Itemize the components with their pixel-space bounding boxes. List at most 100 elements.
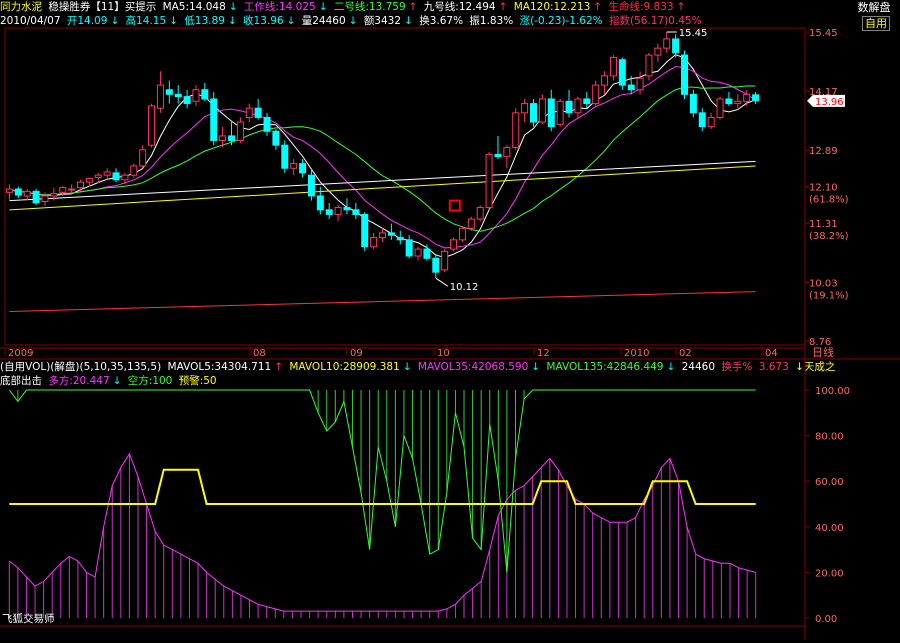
- candle-body: [716, 98, 724, 118]
- x-tick-label: 2010: [624, 348, 649, 359]
- x-tick-label: 09: [350, 348, 363, 359]
- candle-body: [663, 38, 671, 49]
- candle-body: [352, 209, 360, 215]
- y-tick-label: 10.03: [809, 278, 838, 289]
- x-tick-label: 2009: [8, 348, 33, 359]
- candle-body: [103, 171, 111, 176]
- candle-body: [219, 135, 227, 142]
- candle-body: [77, 181, 84, 189]
- candle-body: [85, 177, 93, 183]
- y-pct-label: (19.1%): [809, 290, 849, 301]
- y-tick-label: 15.45: [809, 28, 838, 39]
- candle-body: [592, 84, 600, 105]
- price-tag-label: 13.96: [815, 97, 844, 108]
- candle-body: [23, 190, 31, 197]
- ma-line: [9, 54, 756, 258]
- y-tick-label: 12.89: [809, 146, 838, 157]
- low-label: 10.12: [450, 282, 479, 293]
- candle-body: [654, 47, 662, 56]
- candle-body: [387, 232, 395, 236]
- candle-body: [112, 172, 120, 181]
- candle-body: [14, 188, 22, 196]
- sub-y-tick-label: 100.00: [815, 386, 850, 397]
- candle-body: [130, 165, 138, 176]
- candle-body: [565, 100, 573, 114]
- candle-body: [41, 195, 49, 203]
- x-tick-label: 02: [679, 348, 692, 359]
- y-pct-label: (38.2%): [809, 231, 849, 242]
- candle-body: [370, 237, 378, 248]
- candle-body: [530, 103, 537, 123]
- candle-body: [228, 135, 235, 142]
- stock-chart[interactable]: 15.4514.1712.8912.1011.3110.038.76(61.8%…: [0, 0, 900, 643]
- candle-body: [627, 84, 635, 91]
- x-tick-label: 12: [537, 348, 550, 359]
- candle-body: [414, 248, 422, 257]
- slow-ma-line: [9, 291, 756, 312]
- low-pointer: [435, 277, 449, 287]
- candle-body: [68, 188, 76, 191]
- x-tick-label: 08: [253, 348, 266, 359]
- candle-body: [325, 209, 333, 215]
- candle-body: [432, 257, 440, 273]
- candle-body: [201, 89, 209, 100]
- candle-body: [574, 98, 582, 114]
- candle-body: [458, 227, 466, 241]
- candle-body: [601, 75, 609, 86]
- candle-body: [423, 248, 431, 259]
- candle-body: [5, 188, 13, 193]
- candle-body: [485, 153, 493, 209]
- candle-body: [59, 187, 67, 193]
- candle-body: [689, 93, 697, 114]
- y-pct-label: (61.8%): [809, 195, 849, 206]
- candle-body: [583, 98, 591, 105]
- candle-body: [245, 107, 253, 118]
- candle-body: [405, 239, 413, 257]
- candle-body: [334, 207, 342, 215]
- candle-body: [32, 190, 40, 204]
- candle-body: [263, 116, 271, 132]
- candle-body: [192, 89, 200, 102]
- x-tick-label: 04: [765, 348, 778, 359]
- ma-line: [9, 85, 756, 232]
- candle-body: [494, 153, 502, 158]
- candle-body: [645, 54, 653, 77]
- candle-body: [521, 103, 529, 114]
- candle-body: [379, 232, 386, 239]
- candle-body: [636, 77, 644, 91]
- candle-body: [254, 107, 262, 118]
- candle-body: [281, 144, 289, 169]
- candle-body: [174, 93, 182, 98]
- candle-body: [725, 98, 733, 105]
- candle-body: [139, 149, 147, 167]
- candle-body: [156, 84, 164, 109]
- candle-body: [547, 98, 555, 128]
- candle-body: [50, 193, 58, 197]
- candle-body: [609, 56, 617, 77]
- candle-body: [441, 250, 449, 271]
- candle-body: [476, 207, 484, 220]
- sub-y-tick-label: 60.00: [815, 477, 844, 488]
- candle-body: [343, 207, 351, 211]
- candle-body: [618, 59, 626, 86]
- candle-body: [707, 116, 715, 128]
- brand-label: 飞狐交易师: [2, 613, 55, 625]
- slow-ma-line: [9, 165, 756, 211]
- candle-body: [121, 174, 129, 181]
- sub-y-tick-label: 0.00: [815, 614, 837, 625]
- y-tick-label: 12.10: [809, 183, 838, 194]
- candle-body: [450, 239, 458, 250]
- signal-box: [448, 199, 461, 212]
- high-label: 15.45: [679, 28, 708, 39]
- sub-y-tick-label: 40.00: [815, 523, 844, 534]
- candle-body: [299, 163, 307, 174]
- candle-body: [183, 96, 191, 105]
- candle-body: [94, 174, 102, 178]
- candle-body: [672, 38, 680, 54]
- candle-body: [272, 130, 280, 146]
- candle-body: [752, 94, 760, 102]
- candle-body: [467, 218, 475, 229]
- y-tick-label: 11.31: [809, 219, 838, 230]
- candle-body: [210, 98, 218, 142]
- sub-y-tick-label: 80.00: [815, 432, 844, 443]
